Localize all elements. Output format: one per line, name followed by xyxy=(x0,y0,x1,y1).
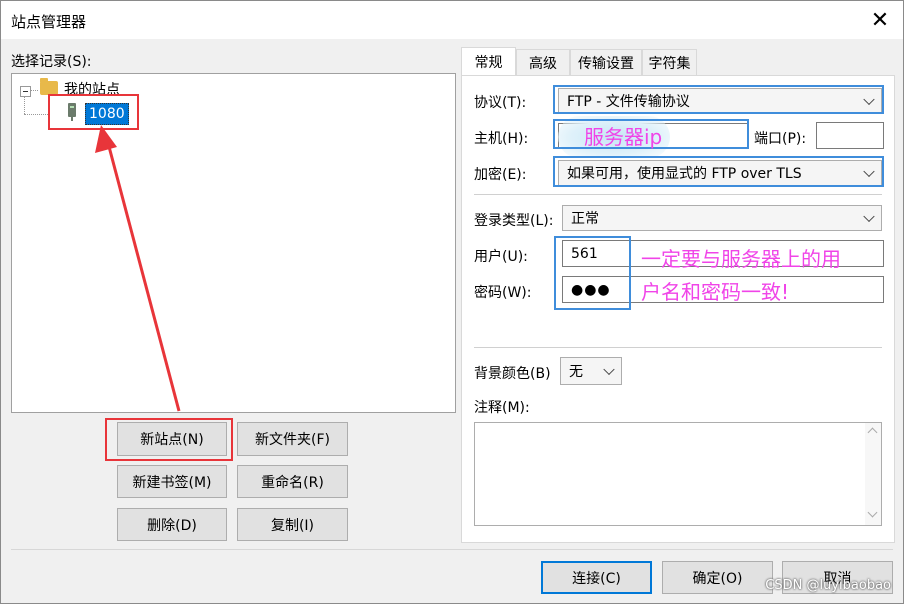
user-label: 用户(U): xyxy=(474,249,528,265)
window-title: 站点管理器 xyxy=(11,13,87,31)
close-icon: ✕ xyxy=(870,7,890,33)
chevron-down-icon xyxy=(603,363,615,376)
annotation-encryption-box xyxy=(553,156,884,187)
port-label: 端口(P): xyxy=(754,131,807,147)
watermark: CSDN @luyibaobao xyxy=(765,578,891,593)
ok-button[interactable]: 确定(O) xyxy=(662,561,773,594)
divider xyxy=(474,194,882,195)
divider xyxy=(474,347,882,348)
tab-advanced[interactable]: 高级 xyxy=(516,49,570,75)
footer-divider xyxy=(11,549,893,550)
login-type-label: 登录类型(L): xyxy=(474,213,554,229)
close-button[interactable]: ✕ xyxy=(857,1,903,39)
annotation-server-ip: 服务器ip xyxy=(584,125,663,149)
folder-icon xyxy=(40,78,58,95)
bg-color-label: 背景颜色(B) xyxy=(474,366,551,382)
copy-button[interactable]: 复制(I) xyxy=(237,508,348,541)
annotation-protocol-box xyxy=(553,85,884,114)
tab-transfer-settings[interactable]: 传输设置 xyxy=(570,49,642,75)
rename-button[interactable]: 重命名(R) xyxy=(237,465,348,498)
host-label: 主机(H): xyxy=(474,131,529,147)
new-folder-button[interactable]: 新文件夹(F) xyxy=(237,422,348,456)
comments-scrollbar[interactable] xyxy=(865,423,881,525)
annotation-credentials-box xyxy=(554,236,631,310)
annotation-note-line2: 户名和密码一致! xyxy=(641,280,790,304)
protocol-label: 协议(T): xyxy=(474,95,527,111)
password-label: 密码(W): xyxy=(474,285,532,301)
annotation-note-line1: 一定要与服务器上的用 xyxy=(641,247,841,271)
comments-textarea[interactable] xyxy=(474,422,882,526)
collapse-toggle-icon[interactable] xyxy=(20,86,31,97)
port-input[interactable] xyxy=(816,122,884,149)
chevron-down-icon[interactable] xyxy=(867,507,878,518)
chevron-down-icon xyxy=(863,210,875,223)
connect-button[interactable]: 连接(C) xyxy=(541,561,652,594)
bg-color-value: 无 xyxy=(569,364,583,380)
tab-general[interactable]: 常规 xyxy=(461,47,516,75)
chevron-up-icon[interactable] xyxy=(867,427,878,438)
login-type-select[interactable]: 正常 xyxy=(562,205,882,231)
delete-button[interactable]: 删除(D) xyxy=(117,508,227,541)
annotation-new-site-box xyxy=(105,418,233,461)
bg-color-select[interactable]: 无 xyxy=(560,357,622,385)
encryption-label: 加密(E): xyxy=(474,167,527,183)
new-bookmark-button[interactable]: 新建书签(M) xyxy=(117,465,227,498)
site-manager-dialog: 站点管理器 ✕ 选择记录(S): 我的站点 1080 新站点(N) 新文件夹(F… xyxy=(0,0,904,604)
tab-charset[interactable]: 字符集 xyxy=(642,49,697,75)
comments-label: 注释(M): xyxy=(474,400,530,416)
select-entry-label: 选择记录(S): xyxy=(11,54,92,70)
login-type-value: 正常 xyxy=(571,211,599,227)
annotation-arrow xyxy=(95,125,181,412)
title-bar: 站点管理器 ✕ xyxy=(1,1,903,39)
